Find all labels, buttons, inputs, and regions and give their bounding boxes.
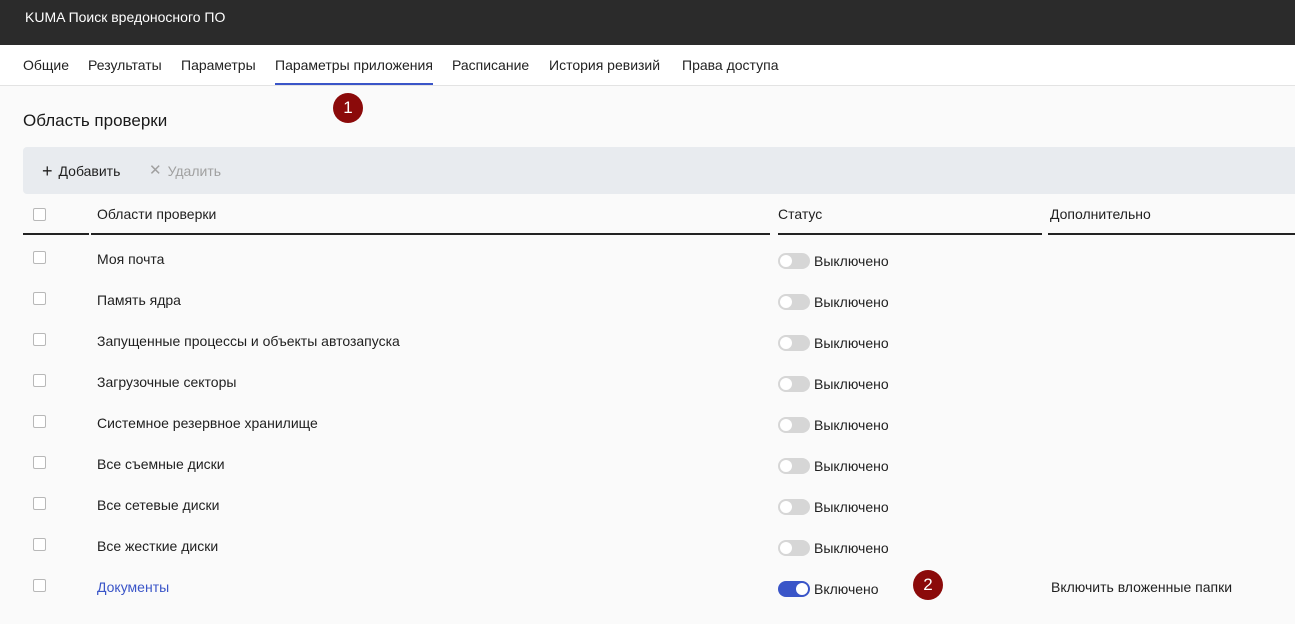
table-row[interactable]: Моя почта Выключено [23,246,1295,287]
status-text: Выключено [814,253,889,269]
scan-area-link-documents[interactable]: Документы [97,579,169,595]
header-divider [91,233,770,235]
row-checkbox[interactable] [33,415,46,428]
scan-area-name: Память ядра [97,292,181,308]
scan-area-name: Моя почта [97,251,165,267]
header-divider [778,233,1042,235]
tab-results[interactable]: Результаты [88,45,162,85]
plus-icon: + [42,160,53,181]
scan-area-name: Загрузочные секторы [97,374,237,390]
scan-area-name: Запущенные процессы и объекты автозапуск… [97,333,400,349]
table-row[interactable]: Запущенные процессы и объекты автозапуск… [23,328,1295,369]
status-text: Выключено [814,499,889,515]
header-divider [1048,233,1295,235]
delete-button-label: Удалить [167,162,222,179]
tab-general[interactable]: Общие [23,45,69,85]
callout-marker-2: 2 [913,570,943,600]
select-all-checkbox[interactable] [33,208,46,221]
status-toggle[interactable] [778,540,810,556]
section-title: Область проверки [23,111,168,130]
title-bar: KUMA Поиск вредоносного ПО [0,0,1295,45]
scan-area-name: Все съемные диски [97,456,225,472]
header-divider [23,233,89,235]
delete-button[interactable]: ✕ Удалить [149,147,221,194]
scan-area-name: Все сетевые диски [97,497,220,513]
status-toggle[interactable] [778,376,810,392]
status-toggle[interactable] [778,335,810,351]
tab-access-rights[interactable]: Права доступа [682,45,778,85]
status-toggle[interactable] [778,417,810,433]
window-title: KUMA Поиск вредоносного ПО [25,9,226,25]
table-header: Области проверки Статус Дополнительно [23,194,1295,236]
tab-application-parameters[interactable]: Параметры приложения [275,45,433,85]
status-text: Выключено [814,294,889,310]
table-row[interactable]: Все сетевые диски Выключено [23,492,1295,533]
status-toggle[interactable] [778,458,810,474]
tab-schedule[interactable]: Расписание [452,45,529,85]
status-text: Включено [814,581,879,597]
close-icon: ✕ [149,162,162,179]
status-toggle[interactable] [778,581,810,597]
status-toggle[interactable] [778,294,810,310]
status-text: Выключено [814,417,889,433]
column-header-status[interactable]: Статус [778,194,822,234]
tab-revision-history[interactable]: История ревизий [549,45,660,85]
main-content: Область проверки + Добавить ✕ Удалить Об… [0,86,1295,624]
row-checkbox[interactable] [33,579,46,592]
table-toolbar: + Добавить ✕ Удалить [23,147,1295,194]
column-header-scan-areas[interactable]: Области проверки [97,194,216,234]
row-checkbox[interactable] [33,538,46,551]
callout-marker-1: 1 [333,93,363,123]
row-checkbox[interactable] [33,497,46,510]
row-checkbox[interactable] [33,333,46,346]
table-row[interactable]: Документы Включено Включить вложенные па… [23,574,1295,615]
table-row[interactable]: Память ядра Выключено [23,287,1295,328]
add-button[interactable]: + Добавить [42,147,120,194]
status-text: Выключено [814,540,889,556]
tab-bar: Общие Результаты Параметры Параметры при… [0,45,1295,86]
row-checkbox[interactable] [33,292,46,305]
scan-area-name: Системное резервное хранилище [97,415,318,431]
row-checkbox[interactable] [33,456,46,469]
status-text: Выключено [814,458,889,474]
table-row[interactable]: Системное резервное хранилище Выключено [23,410,1295,451]
table-row[interactable]: Все съемные диски Выключено [23,451,1295,492]
status-text: Выключено [814,335,889,351]
scan-area-name: Все жесткие диски [97,538,219,554]
tab-parameters[interactable]: Параметры [181,45,256,85]
add-button-label: Добавить [58,162,121,179]
table-row[interactable]: Загрузочные секторы Выключено [23,369,1295,410]
status-text: Выключено [814,376,889,392]
row-checkbox[interactable] [33,251,46,264]
additional-setting: Включить вложенные папки [1051,579,1233,595]
status-toggle[interactable] [778,253,810,269]
column-header-additional[interactable]: Дополнительно [1050,194,1151,234]
row-checkbox[interactable] [33,374,46,387]
status-toggle[interactable] [778,499,810,515]
table-row[interactable]: Все жесткие диски Выключено [23,533,1295,574]
